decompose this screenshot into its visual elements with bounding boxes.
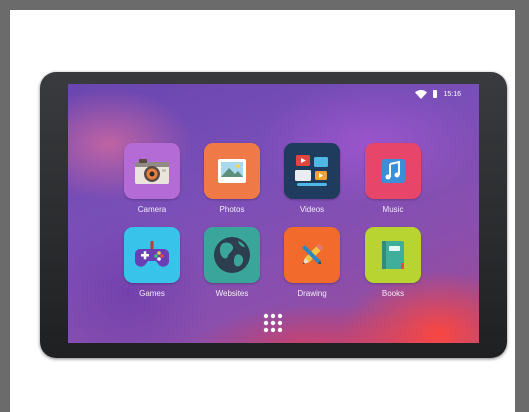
app-tile-camera[interactable] <box>124 143 180 199</box>
app-tile-videos[interactable] <box>284 143 340 199</box>
app-music[interactable]: Music <box>364 143 422 214</box>
app-books[interactable]: Books <box>364 227 422 298</box>
tablet-screen: 15:16 Camera Photos Videos Music Games W… <box>68 84 479 343</box>
app-tile-games[interactable] <box>124 227 180 283</box>
video-icon <box>295 155 328 186</box>
app-tile-photos[interactable] <box>204 143 260 199</box>
app-camera[interactable]: Camera <box>123 143 181 214</box>
book-icon <box>382 241 404 269</box>
gamepad-icon <box>135 241 169 267</box>
app-tile-websites[interactable] <box>204 227 260 283</box>
app-label-games: Games <box>139 289 165 298</box>
app-tile-music[interactable] <box>365 143 421 199</box>
app-tile-drawing[interactable] <box>284 227 340 283</box>
app-label-videos: Videos <box>299 205 325 214</box>
app-label-drawing: Drawing <box>297 289 327 298</box>
app-label-books: Books <box>381 289 405 298</box>
app-label-music: Music <box>382 205 404 214</box>
wifi-icon <box>415 89 428 99</box>
status-time: 15:16 <box>443 90 461 98</box>
app-websites[interactable]: Websites <box>203 227 261 298</box>
app-games[interactable]: Games <box>123 227 181 298</box>
status-bar: 15:16 <box>415 88 461 100</box>
app-videos[interactable]: Videos <box>283 143 341 214</box>
camera-icon <box>135 159 169 184</box>
music-note-icon <box>381 159 405 183</box>
app-drawer-icon[interactable] <box>262 312 284 334</box>
pencil-icon <box>302 243 324 265</box>
app-tile-books[interactable] <box>365 227 421 283</box>
app-photos[interactable]: Photos <box>203 143 261 214</box>
app-label-photos: Photos <box>219 205 245 214</box>
app-drawing[interactable]: Drawing <box>283 227 341 298</box>
battery-icon <box>433 90 438 98</box>
app-label-websites: Websites <box>215 289 249 298</box>
app-label-camera: Camera <box>137 205 167 214</box>
globe-icon <box>214 237 250 273</box>
photo-icon <box>218 159 246 183</box>
